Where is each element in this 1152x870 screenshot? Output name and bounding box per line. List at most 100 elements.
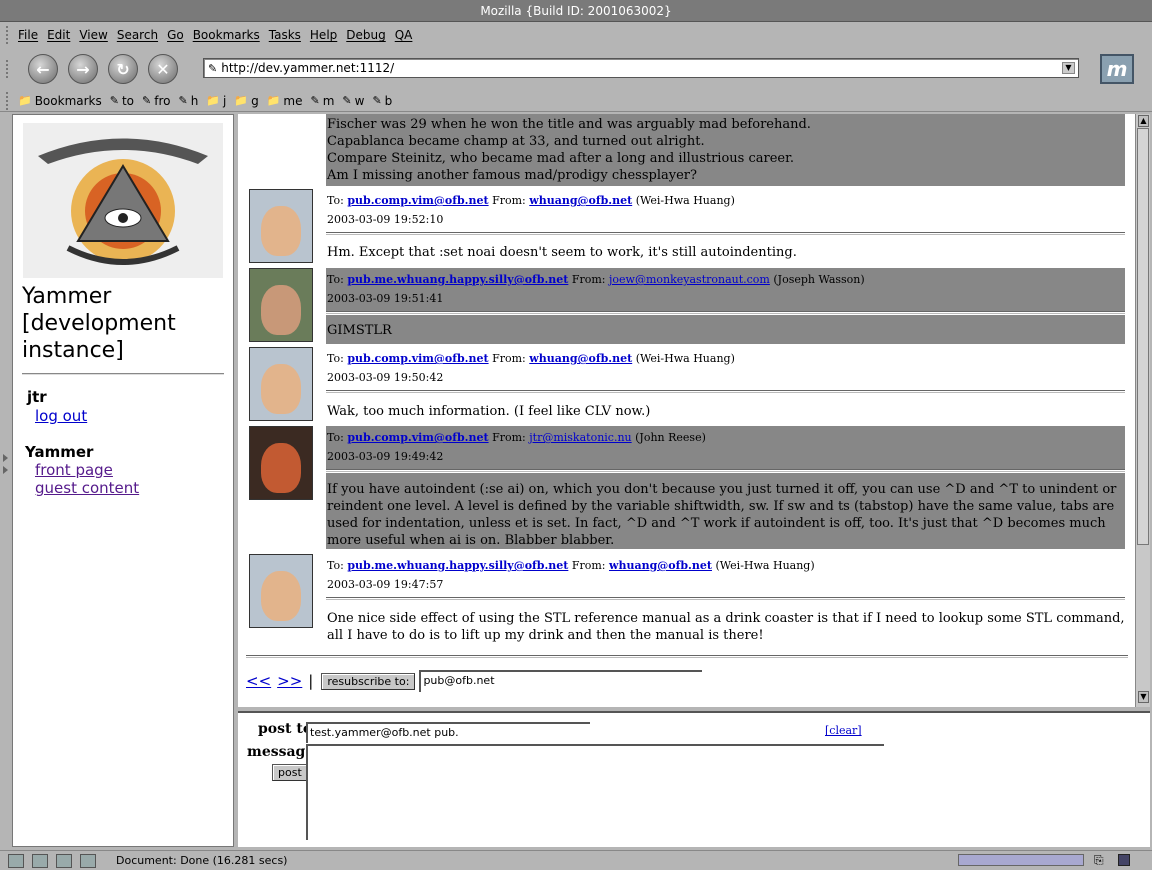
- security-icon[interactable]: [1118, 854, 1130, 866]
- from-link[interactable]: whuang@ofb.net: [529, 194, 632, 207]
- next-page-link[interactable]: >>: [277, 672, 302, 690]
- scroll-thumb[interactable]: [1137, 128, 1149, 545]
- nav-section-title: Yammer: [25, 443, 94, 461]
- message-body: If you have autoindent (:se ai) on, whic…: [326, 473, 1125, 549]
- url-text[interactable]: http://dev.yammer.net:1112/: [221, 61, 394, 75]
- forward-button[interactable]: →: [68, 54, 98, 84]
- navigation-toolbar: ← → ↻ ✕ ✎ http://dev.yammer.net:1112/ ▼ …: [0, 48, 1152, 90]
- message-date: 2003-03-09 19:50:42: [327, 371, 444, 384]
- status-text: Document: Done (16.281 secs): [116, 854, 288, 867]
- to-link[interactable]: pub.comp.vim@ofb.net: [347, 352, 488, 365]
- navigator-icon[interactable]: [8, 853, 24, 868]
- scroll-down-icon[interactable]: ▼: [1138, 691, 1149, 703]
- to-link[interactable]: pub.me.whuang.happy.silly@ofb.net: [347, 273, 568, 286]
- resubscribe-input[interactable]: pub@ofb.net: [419, 670, 703, 692]
- message-body: Wak, too much information. (I feel like …: [327, 404, 651, 419]
- logout-link[interactable]: log out: [35, 407, 87, 425]
- progress-meter: [958, 854, 1084, 866]
- avatar[interactable]: [249, 554, 313, 628]
- menu-search[interactable]: Search: [117, 28, 158, 42]
- mozilla-throbber-logo[interactable]: m: [1100, 54, 1134, 84]
- bookmarks-grip[interactable]: [6, 91, 12, 110]
- sidebar-splitter[interactable]: [3, 450, 9, 510]
- message-frame-scrollbar[interactable]: ▲ ▼: [1135, 114, 1150, 707]
- to-link[interactable]: pub.me.whuang.happy.silly@ofb.net: [347, 559, 568, 572]
- from-link[interactable]: joew@monkeyastronaut.com: [609, 273, 770, 286]
- bookmark-folder-bookmarks[interactable]: 📁 Bookmarks: [18, 94, 102, 108]
- message-textarea[interactable]: [306, 744, 884, 840]
- to-link[interactable]: pub.comp.vim@ofb.net: [347, 194, 488, 207]
- forward-arrow-icon: →: [76, 59, 90, 79]
- message-header: To: pub.comp.vim@ofb.net From: whuang@of…: [326, 347, 1125, 385]
- from-link[interactable]: jtr@miskatonic.nu: [529, 431, 631, 444]
- message-date: 2003-03-09 19:51:41: [327, 292, 444, 305]
- bookmark-h[interactable]: ✎ h: [178, 94, 198, 108]
- bookmark-to[interactable]: ✎ to: [110, 94, 134, 108]
- message-frame: Fischer was 29 when he won the title and…: [238, 114, 1135, 707]
- message-header: To: pub.me.whuang.happy.silly@ofb.net Fr…: [326, 268, 1125, 311]
- avatar[interactable]: [249, 347, 313, 421]
- addressbook-icon[interactable]: [80, 853, 96, 868]
- menu-edit[interactable]: Edit: [47, 28, 70, 42]
- clear-link[interactable]: [clear]: [825, 724, 862, 737]
- post-to-input[interactable]: test.yammer@ofb.net pub.: [306, 722, 590, 743]
- bookmark-folder-g[interactable]: 📁 g: [234, 94, 258, 108]
- pager: << >> | resubscribe to: pub@ofb.net: [246, 670, 703, 692]
- stop-icon: ✕: [156, 59, 170, 79]
- from-link[interactable]: whuang@ofb.net: [529, 352, 632, 365]
- menu-tasks[interactable]: Tasks: [269, 28, 301, 42]
- guest-content-link[interactable]: guest content: [35, 479, 139, 497]
- folder-icon: 📁: [234, 94, 249, 107]
- avatar[interactable]: [249, 268, 313, 342]
- prev-page-link[interactable]: <<: [246, 672, 271, 690]
- post-to-label: post to: [258, 721, 313, 737]
- sidebar-frame: Yammer [development instance] jtr log ou…: [12, 114, 234, 847]
- menu-bookmarks[interactable]: Bookmarks: [193, 28, 260, 42]
- stop-button[interactable]: ✕: [148, 54, 178, 84]
- menubar-grip[interactable]: [6, 26, 12, 44]
- avatar[interactable]: [249, 189, 313, 263]
- window-title: Mozilla {Build ID: 2001063002}: [0, 0, 1152, 22]
- bookmark-folder-j[interactable]: 📁 j: [206, 94, 226, 108]
- page-proxy-icon[interactable]: ✎: [208, 62, 217, 75]
- pager-separator: |: [308, 672, 314, 690]
- menu-help[interactable]: Help: [310, 28, 337, 42]
- back-button[interactable]: ←: [28, 54, 58, 84]
- message-body: Fischer was 29 when he won the title and…: [326, 114, 1125, 186]
- composer-icon[interactable]: [56, 853, 72, 868]
- url-dropdown-icon[interactable]: ▼: [1062, 62, 1075, 74]
- bookmark-w[interactable]: ✎ w: [342, 94, 364, 108]
- eye-pyramid-icon: [38, 138, 208, 265]
- post-button[interactable]: post: [272, 764, 308, 781]
- from-link[interactable]: whuang@ofb.net: [609, 559, 712, 572]
- menu-bar: File Edit View Search Go Bookmarks Tasks…: [0, 24, 1152, 46]
- online-status-icon[interactable]: ⎘: [1094, 853, 1104, 868]
- avatar[interactable]: [249, 426, 313, 500]
- menu-qa[interactable]: QA: [395, 28, 413, 42]
- message-body: Hm. Except that :set noai doesn't seem t…: [327, 245, 797, 260]
- menu-file[interactable]: File: [18, 28, 38, 42]
- bookmark-m[interactable]: ✎ m: [310, 94, 334, 108]
- resubscribe-button[interactable]: resubscribe to:: [321, 672, 416, 690]
- folder-icon: 📁: [266, 94, 281, 107]
- header-separator: [326, 232, 1125, 235]
- status-bar: Document: Done (16.281 secs) ⎘: [0, 850, 1152, 870]
- front-page-link[interactable]: front page: [35, 461, 113, 479]
- bookmark-b[interactable]: ✎ b: [372, 94, 392, 108]
- url-bar[interactable]: ✎ http://dev.yammer.net:1112/ ▼: [203, 58, 1079, 78]
- menu-go[interactable]: Go: [167, 28, 184, 42]
- header-separator: [326, 469, 1125, 472]
- menu-debug[interactable]: Debug: [346, 28, 385, 42]
- header-separator: [326, 311, 1125, 314]
- menu-view[interactable]: View: [79, 28, 107, 42]
- header-separator: [326, 597, 1125, 600]
- bookmark-fro[interactable]: ✎ fro: [142, 94, 170, 108]
- bookmark-icon: ✎: [372, 94, 382, 107]
- navbar-grip[interactable]: [6, 60, 12, 78]
- message-body: One nice side effect of using the STL re…: [327, 611, 1125, 643]
- scroll-up-icon[interactable]: ▲: [1138, 115, 1149, 127]
- bookmark-folder-me[interactable]: 📁 me: [267, 94, 303, 108]
- reload-button[interactable]: ↻: [108, 54, 138, 84]
- mail-icon[interactable]: [32, 853, 48, 868]
- to-link[interactable]: pub.comp.vim@ofb.net: [347, 431, 488, 444]
